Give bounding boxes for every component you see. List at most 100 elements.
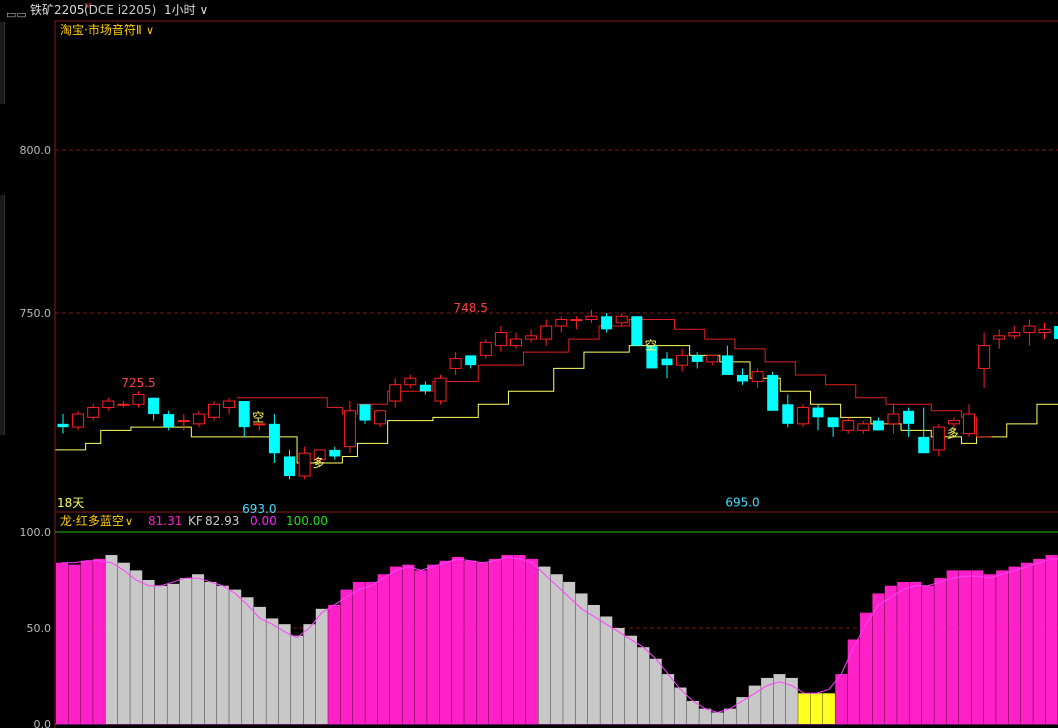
sub-indicator-name: 龙·红多蓝空 [60, 513, 124, 528]
candle-body-up [223, 400, 236, 409]
candle-body-down [782, 404, 794, 424]
bar-pink [389, 566, 402, 724]
bar-gray [117, 562, 130, 724]
candle-body-up [343, 410, 356, 448]
y-tick-label: 750.0 [20, 307, 52, 320]
bar-gray [748, 685, 761, 724]
bar-gray [538, 566, 551, 724]
bar-pink [476, 562, 489, 724]
candle-body-up [978, 345, 991, 369]
chevron-down-icon[interactable]: ∨ [146, 24, 154, 37]
bar-pink [414, 570, 427, 724]
bar-gray [167, 583, 180, 724]
bar-gray [229, 589, 242, 724]
price-annotation: 725.5 [121, 376, 155, 390]
bar-gray [278, 624, 291, 724]
bar-pink [328, 604, 341, 724]
candle-body-up [177, 420, 190, 423]
candle-body-down [903, 410, 915, 424]
candle-body-up [510, 338, 522, 347]
price-annotation: 693.0 [242, 502, 276, 516]
bar-pink [897, 581, 910, 724]
candle-body-down [812, 407, 824, 418]
bar-gray [303, 624, 316, 724]
bar-pink [872, 593, 885, 724]
bar-gray [130, 570, 143, 724]
candle-body-down [268, 423, 280, 454]
price-annotation: 695.0 [725, 495, 759, 509]
bar-gray [662, 674, 675, 724]
candle-body-down [661, 358, 673, 366]
chart-canvas: 淘宝·市场音符Ⅱ ∨ 18天 龙·红多蓝空 ∨ 81.31 KF 82.93 0… [20, 20, 1058, 728]
support-step-line [55, 345, 1058, 464]
candle-body-up [117, 403, 130, 406]
bar-gray [637, 647, 650, 724]
candle-body-up [947, 420, 960, 425]
candle-body-up [1038, 328, 1051, 334]
bar-pink [377, 574, 390, 724]
bar-pink [56, 562, 68, 724]
bar-pink [80, 560, 93, 724]
bar-pink [847, 639, 860, 724]
candle-body-down [721, 355, 733, 375]
bar-gray [785, 677, 798, 724]
candle-body-down [148, 397, 160, 415]
candle-body-down [238, 401, 250, 428]
candle-body-up [615, 315, 628, 324]
bar-gray [216, 585, 229, 724]
bar-gray [179, 578, 192, 724]
candle-body-up [192, 413, 205, 425]
bar-gray [612, 628, 625, 724]
candle-body-down [163, 414, 175, 428]
bar-pink [996, 570, 1009, 724]
candle-body-down [691, 355, 703, 362]
candle-body-up [887, 413, 900, 425]
bar-pink [451, 556, 464, 724]
bar-gray [550, 574, 563, 724]
kf-label: KF [188, 514, 203, 528]
bar-gray [563, 581, 576, 724]
bar-yellow [798, 693, 811, 724]
candle-body-up [676, 354, 689, 366]
candle-body-up [374, 410, 387, 425]
bar-pink [983, 574, 996, 724]
candle-body-down [1054, 326, 1058, 340]
candle-body-up [857, 423, 870, 431]
bar-gray [291, 635, 304, 724]
bar-yellow [822, 693, 835, 724]
candle-body-up [389, 384, 402, 402]
bar-gray [253, 606, 266, 724]
candle-body-up [555, 319, 568, 327]
bar-pink [68, 564, 81, 724]
price-annotation: 748.5 [454, 301, 488, 315]
candle-body-down [284, 456, 295, 476]
candle-body-up [963, 413, 975, 435]
sub-value-3: 0.00 [250, 514, 277, 528]
candle-body-down [57, 423, 69, 428]
sub-value-4: 100.00 [286, 514, 328, 528]
bar-gray [600, 616, 613, 724]
main-indicator-name: 淘宝·市场音符Ⅱ [60, 22, 142, 37]
candle-body-down [827, 417, 839, 428]
candle-body-down [359, 404, 371, 421]
bar-pink [1008, 566, 1021, 724]
y-tick-label: 800.0 [20, 144, 52, 157]
candle-body-up [72, 413, 85, 428]
bar-pink [835, 674, 848, 724]
bar-pink [1045, 555, 1058, 724]
bar-pink [427, 564, 440, 724]
bar-pink [1020, 562, 1033, 724]
bar-gray [241, 597, 254, 724]
candle-body-down [329, 449, 341, 457]
signal-label: 空 [252, 410, 264, 424]
candle-body-up [87, 407, 100, 418]
bar-gray [192, 574, 205, 724]
y-tick-label: 100.0 [20, 526, 52, 539]
chevron-down-icon[interactable]: ∨ [125, 515, 133, 528]
bar-pink [526, 558, 539, 724]
candle-body-up [494, 332, 507, 347]
candle-body-up [706, 354, 719, 363]
bar-pink [884, 585, 897, 724]
signal-label: 多 [947, 427, 959, 441]
candle-body-down [737, 374, 748, 382]
